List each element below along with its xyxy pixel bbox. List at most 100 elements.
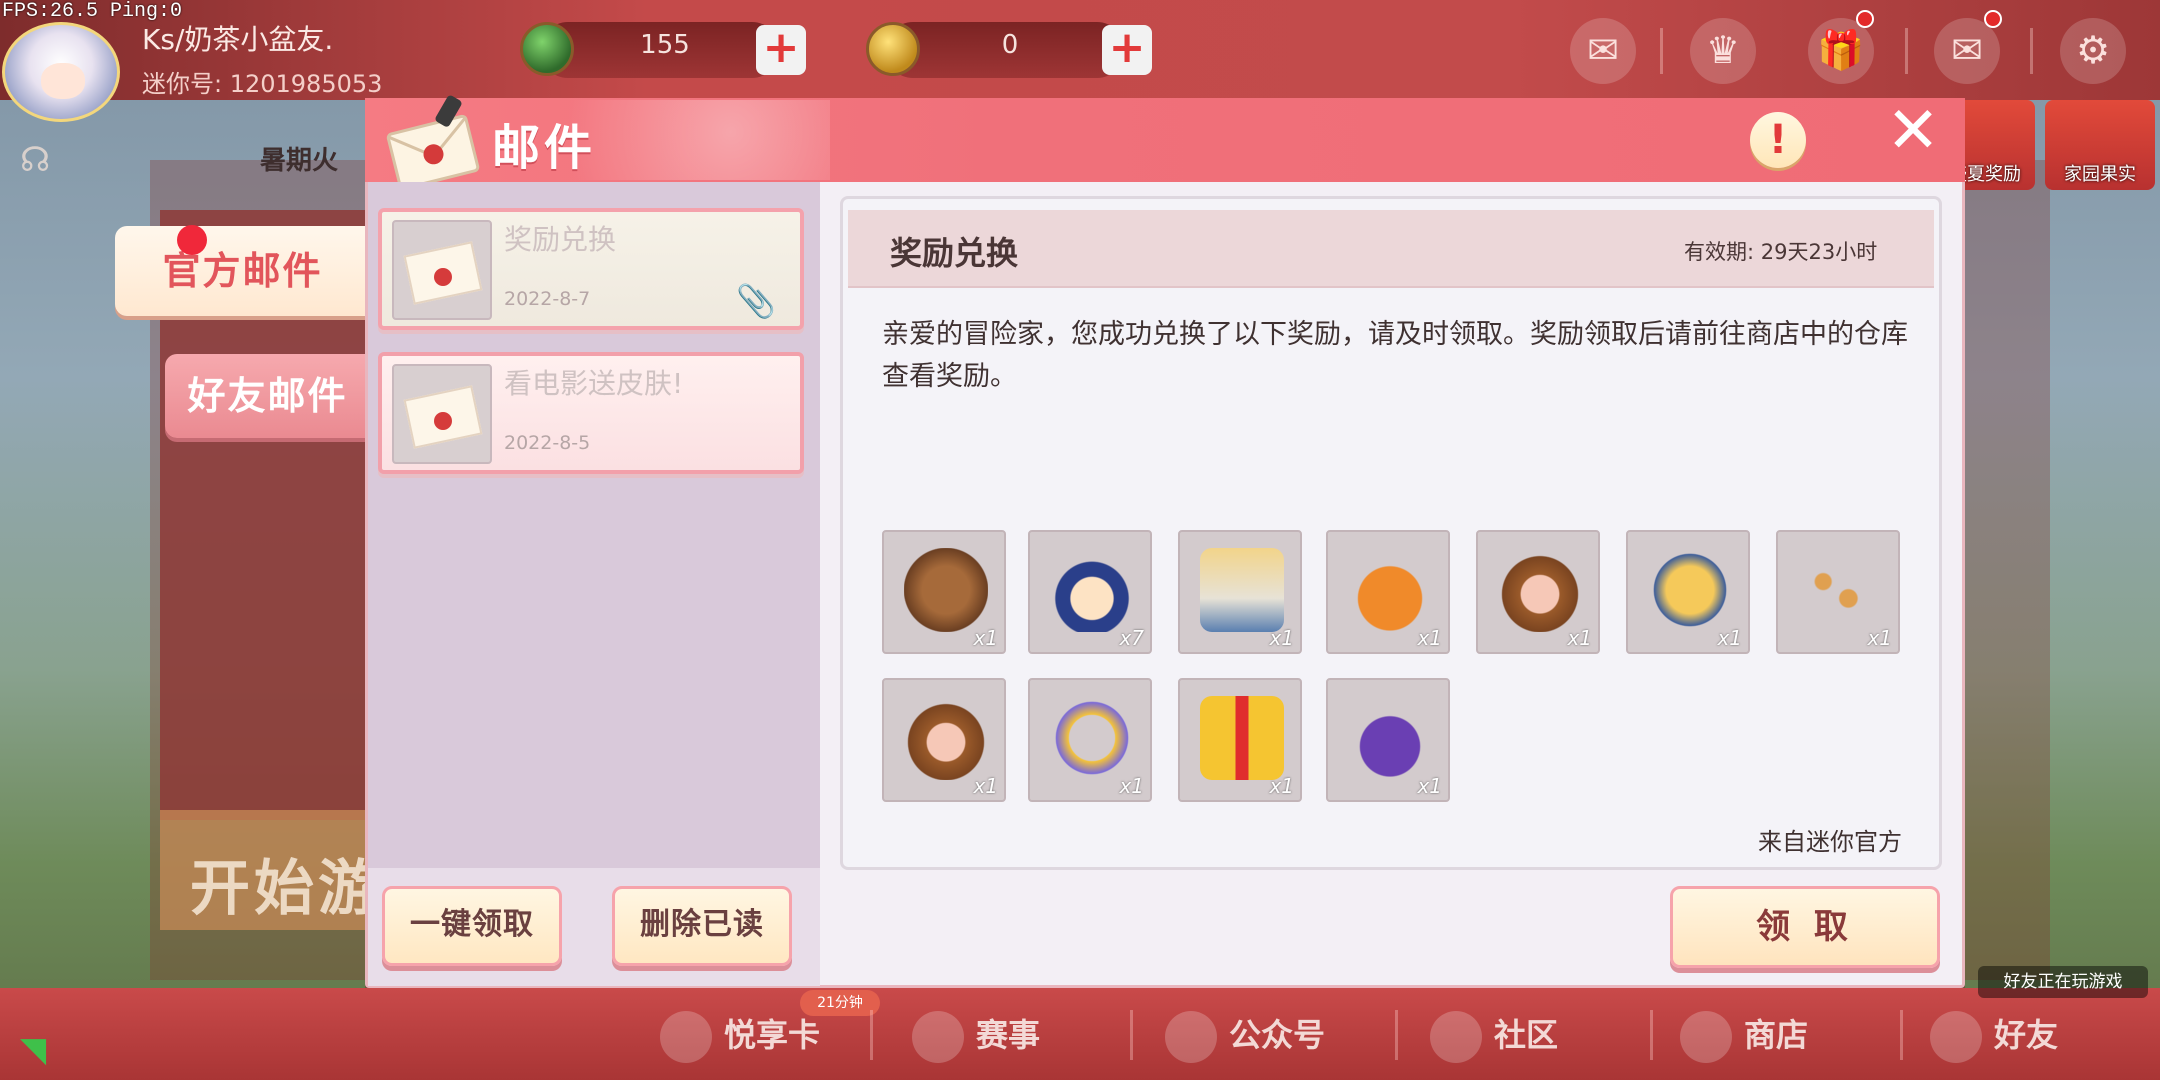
claim-button[interactable]: 领 取 bbox=[1670, 886, 1940, 968]
nav-label: 商店 bbox=[1744, 1016, 1809, 1054]
background-start-label: 开始游 bbox=[190, 854, 382, 924]
gear-icon[interactable]: ⚙ bbox=[2060, 18, 2126, 84]
mail-date: 2022-8-7 bbox=[504, 288, 591, 310]
nav-divider bbox=[1395, 1010, 1398, 1060]
top-divider bbox=[1905, 28, 1908, 74]
nav-events[interactable]: 赛事 bbox=[912, 1000, 1040, 1070]
close-button[interactable]: ✕ bbox=[1880, 99, 1946, 166]
reward-item[interactable]: x1 bbox=[882, 530, 1006, 654]
headset-icon[interactable]: ☊ bbox=[20, 140, 70, 182]
envelope-icon bbox=[386, 95, 480, 190]
mail-expiry: 有效期: 29天23小时 bbox=[1684, 240, 1878, 264]
nav-divider bbox=[1900, 1010, 1903, 1060]
mail-date: 2022-8-5 bbox=[504, 432, 591, 454]
green-gem-icon bbox=[520, 22, 574, 76]
nav-vip-card[interactable]: 悦享卡 bbox=[660, 1000, 820, 1070]
mail-sender: 来自迷你官方 bbox=[1758, 828, 1902, 856]
nav-divider bbox=[1650, 1010, 1653, 1060]
home-fruit-button[interactable]: 家园果实 bbox=[2045, 100, 2155, 190]
delete-read-button[interactable]: 删除已读 bbox=[612, 886, 792, 966]
mail-panel-title: 邮件 bbox=[492, 120, 597, 176]
reward-quantity: x1 bbox=[1717, 626, 1742, 650]
mail-detail-title: 奖励兑换 bbox=[890, 234, 1019, 272]
gift-box-icon bbox=[1200, 696, 1284, 780]
nav-friends[interactable]: 好友 bbox=[1930, 1000, 2058, 1070]
nav-official-account[interactable]: 公众号 bbox=[1165, 1000, 1325, 1070]
gem-value: 155 bbox=[640, 30, 690, 60]
add-coins-button[interactable]: + bbox=[1102, 25, 1152, 75]
reward-item[interactable]: x1 bbox=[1326, 678, 1450, 802]
paperclip-icon: 📎 bbox=[736, 282, 776, 320]
bear-gloves-icon bbox=[1648, 548, 1732, 632]
mail-item-movie-skin[interactable]: 看电影送皮肤! 2022-8-5 bbox=[378, 352, 804, 474]
sparkle-trail-icon bbox=[1798, 548, 1882, 632]
cart-icon bbox=[1680, 1011, 1732, 1063]
reward-item[interactable]: x1 bbox=[1178, 678, 1302, 802]
fox-chat-icon[interactable]: ✉ bbox=[1570, 18, 1636, 84]
add-gems-button[interactable]: + bbox=[756, 25, 806, 75]
top-divider bbox=[1660, 28, 1663, 74]
nav-label: 赛事 bbox=[976, 1016, 1041, 1054]
mail-body: 亲爱的冒险家，您成功兑换了以下奖励，请及时领取。奖励领取后请前往商店中的仓库查看… bbox=[882, 319, 1908, 392]
pig-icon bbox=[660, 1011, 712, 1063]
mail-item-reward-exchange[interactable]: 奖励兑换 2022-8-7 📎 bbox=[378, 208, 804, 330]
nav-shop[interactable]: 商店 bbox=[1680, 1000, 1808, 1070]
reward-quantity: x1 bbox=[973, 774, 998, 798]
info-button[interactable]: ! bbox=[1750, 112, 1806, 168]
reward-item[interactable]: x1 bbox=[1476, 530, 1600, 654]
nav-label: 好友 bbox=[1994, 1016, 2059, 1054]
home-fruit-label: 家园果实 bbox=[2064, 164, 2136, 185]
nav-label: 社区 bbox=[1494, 1016, 1559, 1054]
activity-label: 暑期火 bbox=[260, 146, 339, 176]
bear-hood-icon bbox=[1498, 548, 1582, 632]
bear-hood-icon bbox=[904, 696, 988, 780]
vip-timer-badge: 21分钟 bbox=[800, 990, 880, 1016]
star-badge-icon bbox=[1165, 1011, 1217, 1063]
nav-label: 公众号 bbox=[1229, 1016, 1326, 1054]
reward-item[interactable]: x1 bbox=[1326, 530, 1450, 654]
top-divider bbox=[2030, 28, 2033, 74]
community-icon bbox=[1430, 1011, 1482, 1063]
avatar[interactable] bbox=[2, 22, 120, 122]
wizard-avatar-icon bbox=[1050, 548, 1134, 632]
reward-item[interactable]: x7 bbox=[1028, 530, 1152, 654]
reward-item[interactable]: x1 bbox=[882, 678, 1006, 802]
envelope-icon bbox=[392, 364, 492, 464]
coin-value: 0 bbox=[1001, 30, 1019, 60]
mail-icon[interactable]: ✉ bbox=[1934, 18, 2000, 84]
envelope-icon bbox=[392, 220, 492, 320]
reward-quantity: x1 bbox=[1417, 626, 1442, 650]
signal-icon: ◥ bbox=[20, 1030, 47, 1070]
nav-divider bbox=[1130, 1010, 1133, 1060]
player-nickname: Ks/奶茶小盆友. bbox=[142, 23, 334, 56]
claim-all-button[interactable]: 一键领取 bbox=[382, 886, 562, 966]
carrot-pet-icon bbox=[1348, 548, 1432, 632]
friends-playing-badge[interactable]: 好友正在玩游戏 bbox=[1978, 966, 2148, 998]
official-mail-notification-dot bbox=[177, 225, 207, 255]
mail-notification-dot bbox=[1984, 10, 2002, 28]
outfit-icon bbox=[1200, 548, 1284, 632]
tab-official-mail[interactable]: 官方邮件 bbox=[115, 226, 370, 316]
gift-notification-dot bbox=[1856, 10, 1874, 28]
bear-boots-icon bbox=[904, 548, 988, 632]
friends-icon bbox=[1930, 1011, 1982, 1063]
reward-quantity: x1 bbox=[1269, 626, 1294, 650]
reward-quantity: x1 bbox=[1867, 626, 1892, 650]
player-uid: 迷你号: 1201985053 bbox=[142, 70, 383, 98]
crown-icon[interactable]: ♛ bbox=[1690, 18, 1756, 84]
reward-item[interactable]: x1 bbox=[1626, 530, 1750, 654]
reward-quantity: x1 bbox=[1567, 626, 1592, 650]
tab-friend-mail[interactable]: 好友邮件 bbox=[165, 354, 370, 438]
reward-item[interactable]: x1 bbox=[1776, 530, 1900, 654]
reward-item[interactable]: x1 bbox=[1178, 530, 1302, 654]
reward-item[interactable]: x1 bbox=[1028, 678, 1152, 802]
reward-quantity: x1 bbox=[973, 626, 998, 650]
nav-community[interactable]: 社区 bbox=[1430, 1000, 1558, 1070]
mystery-bag-icon bbox=[1348, 696, 1432, 780]
reward-quantity: x7 bbox=[1119, 626, 1144, 650]
reward-quantity: x1 bbox=[1269, 774, 1294, 798]
gold-coin-icon bbox=[866, 22, 920, 76]
mail-subject: 奖励兑换 bbox=[504, 223, 617, 256]
reward-quantity: x1 bbox=[1119, 774, 1144, 798]
trophy-icon bbox=[912, 1011, 964, 1063]
